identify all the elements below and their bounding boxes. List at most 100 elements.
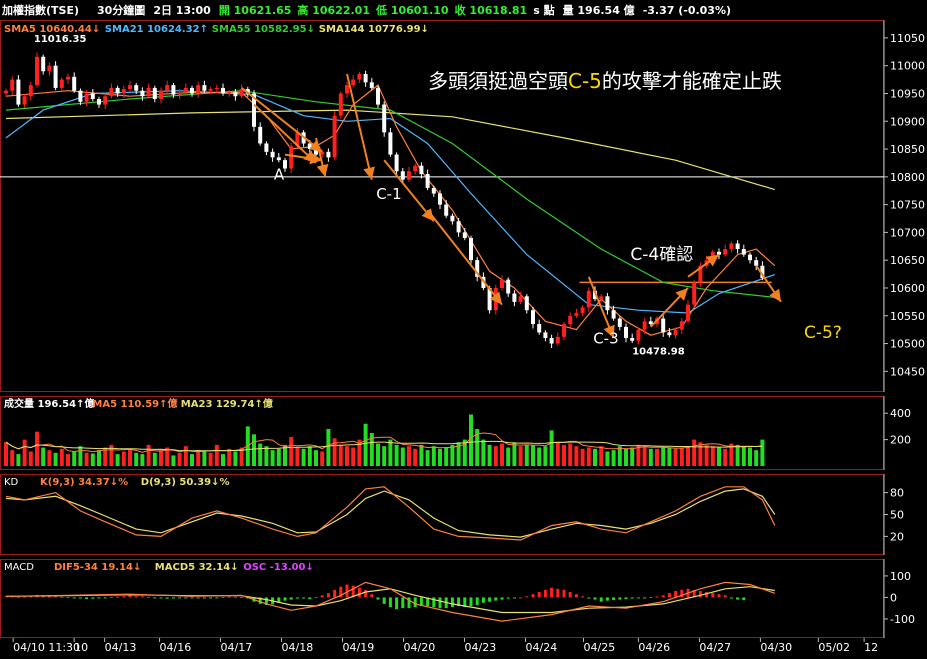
candle-body [28, 85, 33, 97]
volume-tick-label: 200 [890, 434, 911, 447]
legend-ma23: MA23 129.74↑億 [181, 397, 273, 410]
volume-bar [190, 454, 194, 466]
headline: 多頭須挺過空頭C-5的攻擊才能確定止跌 [428, 69, 782, 93]
candle [506, 277, 511, 297]
osc-bar [630, 597, 634, 599]
volume-bar [698, 442, 703, 466]
volume-bars [4, 414, 765, 466]
candle-body [642, 321, 647, 330]
osc-bar [643, 597, 647, 599]
kd-tick-label: 50 [890, 509, 904, 522]
candle [202, 80, 207, 93]
legend-k93: K(9,3) 34.37↓% [40, 477, 128, 488]
volume-bar [115, 454, 120, 466]
macd-tick-label: 100 [890, 570, 911, 583]
volume-bar [394, 444, 399, 466]
candle-body [183, 87, 188, 93]
kd-d-line [5, 488, 776, 538]
legend-ma5: MA5 110.59↑億 [92, 397, 177, 410]
candle-body [636, 329, 641, 341]
volume-bar [593, 448, 597, 466]
candle [431, 185, 436, 197]
candle [586, 287, 591, 312]
volume-bar [53, 452, 58, 466]
candle-body [326, 151, 331, 158]
price-tick-label: 10600 [890, 282, 925, 295]
header-bar: 加權指數(TSE) 30分鐘圖 2日 13:00 開 10621.65 高 10622.… [1, 3, 731, 17]
price-tick-label: 10850 [890, 143, 925, 156]
volume-bar [338, 444, 343, 466]
candle-body [568, 315, 573, 325]
header-period: 30分鐘圖 [97, 3, 145, 17]
volume-bar [183, 446, 188, 466]
candle-body [190, 87, 194, 94]
osc-bar [159, 597, 163, 599]
candle [617, 316, 622, 331]
price-tick-label: 11000 [890, 60, 925, 73]
candle-body [537, 324, 542, 333]
osc-bar [531, 594, 535, 598]
volume-bar [351, 447, 356, 466]
candle [407, 166, 411, 182]
volume-bar [22, 439, 27, 466]
candle [47, 62, 52, 76]
volume-bar [10, 450, 15, 466]
osc-bar [481, 597, 485, 603]
osc-bar [618, 597, 622, 600]
candle [500, 275, 504, 291]
osc-bar [140, 596, 144, 598]
candle-body [549, 337, 554, 344]
osc-bar [184, 597, 188, 599]
price-tick-label: 10500 [890, 338, 925, 351]
candle-body [53, 65, 58, 88]
candle-body [717, 251, 721, 255]
osc-bar [711, 593, 715, 598]
candle-body [208, 89, 213, 91]
headline-highlight: C-5 [568, 69, 602, 93]
candle-body [630, 337, 635, 341]
volume-bar [159, 450, 163, 466]
header-volume: 量 196.54 億 [563, 3, 635, 17]
candle [357, 71, 362, 83]
volume-bar [41, 447, 46, 466]
candle-body [345, 85, 349, 94]
candle-body [47, 65, 52, 72]
candle [78, 88, 83, 106]
osc-bar [78, 597, 82, 599]
volume-bar [382, 446, 387, 466]
volume-bar [202, 451, 207, 466]
osc-bar [209, 597, 213, 599]
volume-bar [307, 446, 312, 466]
annotation-c3: C-3 [593, 330, 618, 348]
candle [338, 91, 343, 120]
candle [692, 280, 697, 308]
candle-body [134, 85, 139, 91]
osc-bar [717, 594, 721, 598]
candle [190, 85, 194, 97]
candle [394, 152, 399, 175]
candle-body [332, 115, 337, 158]
osc-bar [103, 597, 107, 599]
candle-body [673, 329, 678, 336]
candle [456, 217, 461, 237]
volume-bar [90, 453, 95, 466]
volume-bar [555, 442, 560, 466]
volume-bar [630, 447, 635, 466]
candle [159, 87, 163, 104]
candle [16, 75, 21, 107]
osc-bar [165, 597, 169, 599]
osc-bar [568, 592, 572, 598]
volume-bar [376, 443, 380, 466]
candle-body [146, 87, 151, 97]
volume-bar [611, 450, 616, 466]
osc-bar [667, 593, 671, 598]
osc-bar [326, 593, 330, 598]
volume-bar [624, 448, 628, 466]
x-tick-label: 04/23 [465, 641, 497, 654]
osc-bar [16, 596, 20, 598]
candle-body [574, 312, 579, 316]
volume-bar [252, 434, 256, 466]
osc-bar [550, 587, 554, 598]
volume-bar [673, 448, 678, 466]
candle [549, 334, 554, 348]
